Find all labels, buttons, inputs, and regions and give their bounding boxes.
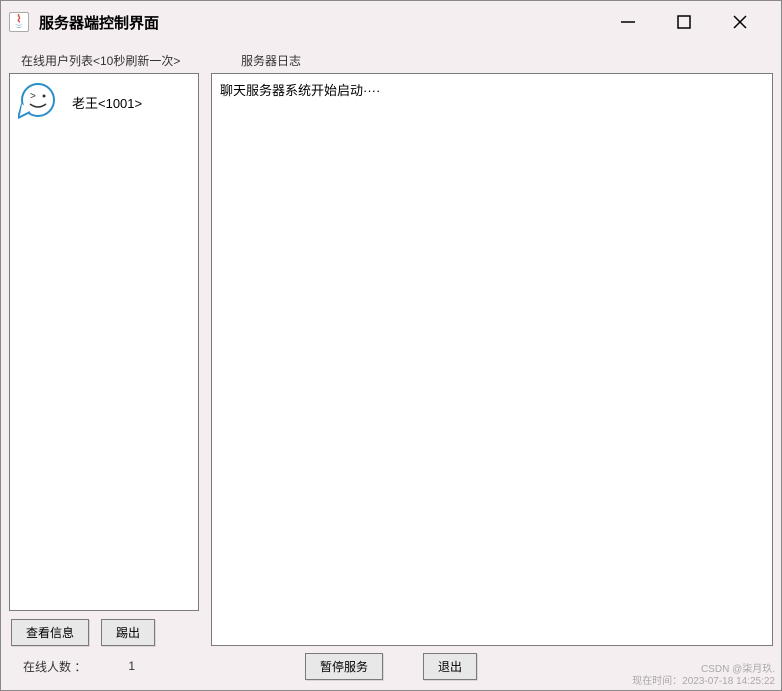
watermark-time: 现在时间：2023-07-18 14:25:22 — [632, 676, 775, 688]
online-count-value: 1 — [86, 659, 135, 673]
user-list-item[interactable]: > 老王<1001> — [16, 80, 192, 124]
content-area: 在线用户列表<10秒刷新一次> 服务器日志 > — [1, 43, 781, 690]
app-window: 服务器端控制界面 在线用户列表<10秒刷新一次> 服务器日志 — [0, 0, 782, 691]
online-count-label: 在线人数 ： — [9, 658, 86, 675]
user-list-header: 在线用户列表<10秒刷新一次> — [9, 52, 199, 69]
view-info-button[interactable]: 查看信息 — [11, 619, 89, 646]
minimize-button[interactable] — [615, 9, 641, 35]
left-column: > 老王<1001> 查看信息 踢出 — [9, 73, 199, 646]
smiley-avatar-icon: > — [18, 82, 64, 122]
titlebar: 服务器端控制界面 — [1, 1, 781, 43]
kick-button[interactable]: 踢出 — [101, 619, 155, 646]
user-list[interactable]: > 老王<1001> — [9, 73, 199, 611]
svg-text:>: > — [30, 91, 36, 102]
watermark-author: CSDN @柒月玖. — [632, 664, 775, 676]
exit-button[interactable]: 退出 — [423, 653, 477, 680]
window-controls — [615, 9, 773, 35]
java-app-icon — [9, 12, 29, 32]
log-header: 服务器日志 — [199, 52, 301, 69]
main-row: > 老王<1001> 查看信息 踢出 聊天服务器系统开始启动···· — [9, 73, 773, 646]
left-button-row: 查看信息 踢出 — [9, 619, 199, 646]
window-title: 服务器端控制界面 — [39, 12, 159, 33]
pause-service-button[interactable]: 暂停服务 — [305, 653, 383, 680]
maximize-button[interactable] — [671, 9, 697, 35]
close-button[interactable] — [727, 9, 753, 35]
footer-buttons: 暂停服务 退出 — [305, 653, 477, 680]
section-labels: 在线用户列表<10秒刷新一次> 服务器日志 — [9, 47, 773, 73]
watermark: CSDN @柒月玖. 现在时间：2023-07-18 14:25:22 — [632, 664, 775, 688]
user-name-label: 老王<1001> — [72, 93, 142, 112]
log-line: 聊天服务器系统开始启动···· — [220, 83, 380, 98]
server-log-textarea[interactable]: 聊天服务器系统开始启动···· — [211, 73, 773, 646]
